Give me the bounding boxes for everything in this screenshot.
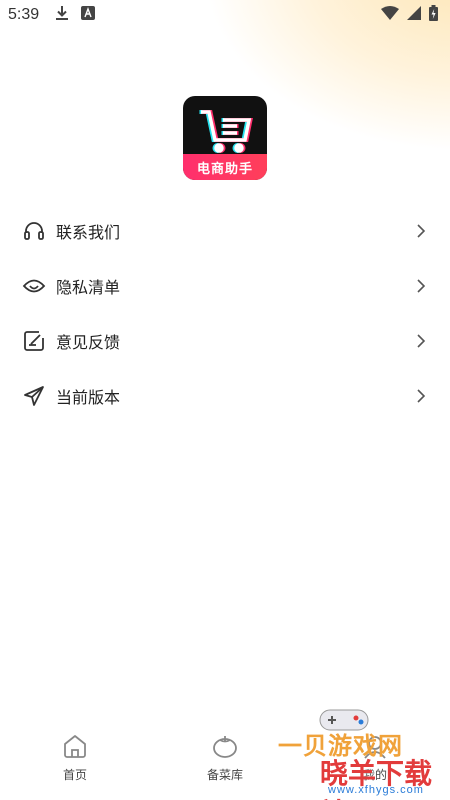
send-icon [22,384,46,408]
menu-item-contact-us[interactable]: 联系我们 [0,203,450,258]
edit-note-icon [22,329,46,353]
wifi-icon [381,6,399,24]
menu-item-label: 意见反馈 [56,332,121,352]
status-time: 5:39 [8,6,40,23]
battery-icon [429,5,438,25]
shopping-cart-icon [199,110,253,153]
logo-text: 电商助手 [183,154,267,180]
settings-menu: 联系我们 隐私清单 意见反馈 当前版本 [0,203,450,423]
chevron-right-icon [414,388,428,404]
tomato-icon [211,732,239,760]
signal-icon [407,6,421,24]
tab-label: 备菜库 [206,768,243,782]
watermark-url: www.xfhygs.com [328,784,424,796]
download-icon [55,5,69,25]
tab-home[interactable]: 首页 [0,720,150,800]
status-bar: 5:39 [0,0,450,30]
eye-icon [22,274,46,298]
app-logo: 电商助手 [183,96,267,180]
menu-item-label: 隐私清单 [56,277,121,297]
headphones-icon [22,219,46,243]
menu-item-current-version[interactable]: 当前版本 [0,368,450,423]
menu-item-privacy-list[interactable]: 隐私清单 [0,258,450,313]
tab-label: 首页 [62,768,87,782]
app-notification-icon [81,6,96,24]
chevron-right-icon [414,223,428,239]
menu-item-label: 当前版本 [56,387,121,407]
menu-item-feedback[interactable]: 意见反馈 [0,313,450,368]
chevron-right-icon [414,333,428,349]
watermark: 一贝游戏网 晓羊下载站 www.xfhygs.com [268,704,450,800]
home-icon [61,732,89,760]
chevron-right-icon [414,278,428,294]
menu-item-label: 联系我们 [56,222,121,242]
